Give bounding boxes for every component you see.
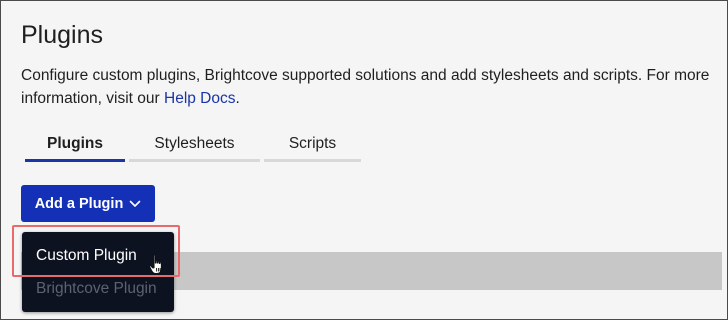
add-plugin-label: Add a Plugin <box>34 195 124 212</box>
page-description: Configure custom plugins, Brightcove sup… <box>21 64 721 110</box>
chevron-down-icon <box>129 198 141 210</box>
page-title: Plugins <box>21 21 103 49</box>
hand-cursor-icon <box>148 254 168 276</box>
tab-bar: Plugins Stylesheets Scripts <box>25 133 361 162</box>
tab-stylesheets[interactable]: Stylesheets <box>129 133 260 162</box>
description-end: . <box>235 90 240 107</box>
tab-plugins[interactable]: Plugins <box>25 133 125 162</box>
plugins-panel: Plugins Configure custom plugins, Bright… <box>0 0 728 320</box>
description-text: Configure custom plugins, Brightcove sup… <box>21 67 710 107</box>
add-plugin-button[interactable]: Add a Plugin <box>21 185 155 222</box>
tab-scripts[interactable]: Scripts <box>264 133 361 162</box>
menu-item-brightcove-plugin[interactable]: Brightcove Plugin <box>36 280 157 298</box>
help-docs-link[interactable]: Help Docs <box>164 90 236 107</box>
